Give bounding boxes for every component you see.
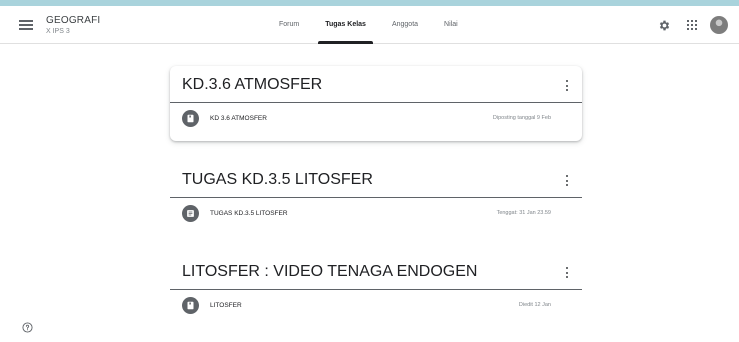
tab-anggota[interactable]: Anggota [379,6,431,44]
material-icon [182,297,199,314]
item-title: TUGAS KD.3.5 LITOSFER [210,210,288,217]
tab-forum[interactable]: Forum [266,6,312,44]
topic-title[interactable]: TUGAS KD.3.5 LITOSFER [182,171,373,189]
class-section: X IPS 3 [46,28,70,35]
top-app-bar: GEOGRAFI X IPS 3 Forum Tugas Kelas Anggo… [0,6,739,44]
topic-title[interactable]: KD.3.6 ATMOSFER [182,76,322,94]
topic-header: LITOSFER : VIDEO TENAGA ENDOGEN [170,253,582,290]
item-title: LITOSFER [210,302,242,309]
topic-header: TUGAS KD.3.5 LITOSFER [170,161,582,198]
tab-tugas-kelas[interactable]: Tugas Kelas [312,6,379,44]
tab-nilai[interactable]: Nilai [431,6,471,44]
classwork-item[interactable]: LITOSFER Diedit 12 Jan [170,290,582,320]
topic-header: KD.3.6 ATMOSFER [170,66,582,103]
item-posted-date: Diposting tanggal 9 Feb [492,115,551,121]
classwork-item[interactable]: TUGAS KD.3.5 LITOSFER Tenggat: 31 Jan 23… [170,198,582,228]
hamburger-menu-icon[interactable] [19,20,33,30]
topic-section-litosfer-task: TUGAS KD.3.5 LITOSFER TUGAS KD.3.5 LITOS… [170,161,582,228]
more-options-icon[interactable] [564,175,570,186]
item-title: KD 3.6 ATMOSFER [210,115,267,122]
apps-grid-icon[interactable] [687,20,697,30]
user-avatar[interactable] [710,16,728,34]
item-due-date: Tenggat: 31 Jan 23.59 [496,210,551,216]
topic-card-atmosfer: KD.3.6 ATMOSFER KD 3.6 ATMOSFER Dipostin… [170,66,582,141]
assignment-icon [182,205,199,222]
more-options-icon[interactable] [564,267,570,278]
gear-icon[interactable] [658,19,671,32]
classwork-item[interactable]: KD 3.6 ATMOSFER Diposting tanggal 9 Feb [170,103,582,133]
material-icon [182,110,199,127]
topic-title[interactable]: LITOSFER : VIDEO TENAGA ENDOGEN [182,263,477,281]
topic-section-video-tenaga-endogen: LITOSFER : VIDEO TENAGA ENDOGEN LITOSFER… [170,253,582,320]
help-icon[interactable] [22,322,33,333]
class-tabs: Forum Tugas Kelas Anggota Nilai [266,6,471,44]
class-title[interactable]: GEOGRAFI [46,15,100,26]
item-edited-date: Diedit 12 Jan [518,302,551,308]
more-options-icon[interactable] [564,80,570,91]
